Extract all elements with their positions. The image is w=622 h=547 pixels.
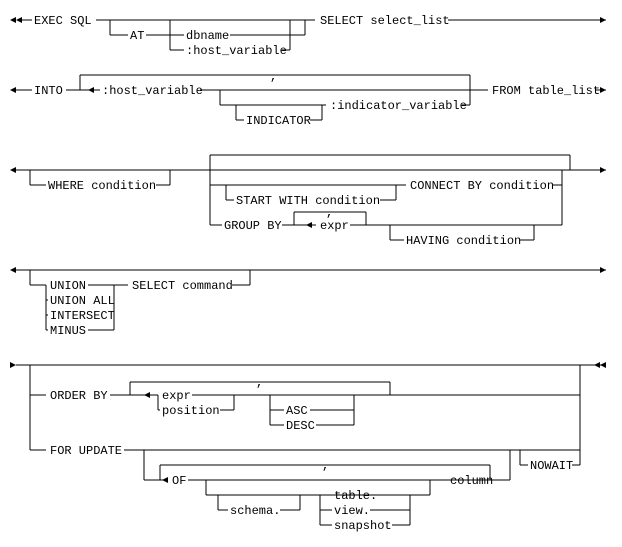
kw-exec-sql: EXEC SQL xyxy=(34,14,92,28)
tok-expr-order: expr xyxy=(162,389,191,403)
kw-asc: ASC xyxy=(286,404,308,418)
syntax-diagram: EXEC SQL AT dbname :host_variable SELECT… xyxy=(10,10,612,537)
tok-view: view. xyxy=(334,504,370,518)
kw-indicator: INDICATOR xyxy=(246,114,311,128)
comma-of: , xyxy=(322,459,329,473)
row-union: UNION UNION ALL INTERSECT MINUS SELECT c… xyxy=(10,267,606,338)
kw-union-all: UNION ALL xyxy=(50,294,115,308)
row-into: INTO , :host_variable INDICATOR :indicat… xyxy=(10,70,606,128)
comma-order: , xyxy=(256,376,263,390)
kw-select: SELECT select_list xyxy=(320,14,450,28)
kw-of: OF xyxy=(172,474,186,488)
kw-at: AT xyxy=(130,29,144,43)
tok-expr-group: expr xyxy=(320,219,349,233)
tok-host-var-at: :host_variable xyxy=(186,44,287,58)
tok-into-hostvar: :host_variable xyxy=(102,84,203,98)
row-where: WHERE condition START WITH condition CON… xyxy=(10,155,606,248)
kw-group-by: GROUP BY xyxy=(224,219,282,233)
kw-start-with: START WITH condition xyxy=(236,194,380,208)
tok-table: table. xyxy=(334,489,377,503)
kw-connect-by: CONNECT BY condition xyxy=(410,179,554,193)
tok-snapshot: snapshot xyxy=(334,519,392,533)
kw-into: INTO xyxy=(34,84,63,98)
tok-schema: schema. xyxy=(230,504,280,518)
kw-union: UNION xyxy=(50,279,86,293)
comma-into: , xyxy=(270,70,277,84)
kw-order-by: ORDER BY xyxy=(50,389,108,403)
tok-column: column xyxy=(450,474,493,488)
tok-position: position xyxy=(162,404,220,418)
kw-where: WHERE condition xyxy=(48,179,156,193)
kw-nowait: NOWAIT xyxy=(530,459,573,473)
tok-dbname: dbname xyxy=(186,29,229,43)
row-order: ORDER BY , expr position ASC DESC FOR UP… xyxy=(10,362,606,533)
kw-from: FROM table_list xyxy=(492,84,600,98)
kw-desc: DESC xyxy=(286,419,315,433)
kw-minus: MINUS xyxy=(50,324,86,338)
kw-intersect: INTERSECT xyxy=(50,309,115,323)
kw-for-update: FOR UPDATE xyxy=(50,444,122,458)
comma-group: , xyxy=(326,206,333,220)
tok-indicator-var: :indicator_variable xyxy=(330,99,467,113)
kw-select-cmd: SELECT command xyxy=(132,279,233,293)
kw-having: HAVING condition xyxy=(406,234,521,248)
row-exec-sql: EXEC SQL AT dbname :host_variable SELECT… xyxy=(10,14,606,58)
